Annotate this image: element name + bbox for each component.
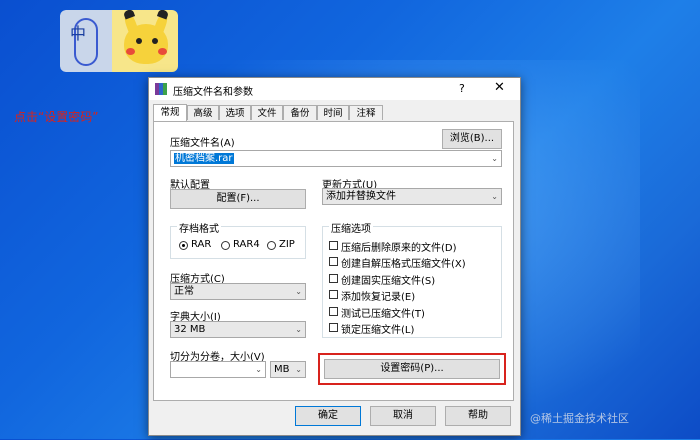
method-select[interactable]: 正常 ⌄ — [170, 283, 306, 300]
update-mode-select[interactable]: 添加并替换文件 ⌄ — [322, 188, 502, 205]
general-panel: 压缩文件名(A) 浏览(B)... 机密档案.rar ⌄ 默认配置 配置(F).… — [153, 121, 514, 401]
dialog-title: 压缩文件名和参数 — [173, 87, 253, 98]
radio-rar[interactable] — [179, 241, 188, 250]
option-checkbox[interactable] — [329, 241, 338, 250]
winrar-icon — [155, 83, 167, 95]
chevron-down-icon: ⌄ — [255, 365, 262, 374]
title-bar[interactable]: 压缩文件名和参数 ? ✕ — [149, 78, 520, 100]
method-value: 正常 — [174, 286, 194, 297]
format-zip-label: ZIP — [279, 239, 295, 250]
ime-char: 中 — [70, 24, 87, 43]
chevron-down-icon[interactable]: ⌄ — [491, 151, 498, 167]
config-button[interactable]: 配置(F)... — [170, 189, 306, 209]
options-group: 压缩选项 压缩后删除原来的文件(D) 创建自解压格式压缩文件(X) 创建固实压缩… — [322, 220, 502, 338]
option-label: 创建固实压缩文件(S) — [341, 276, 436, 287]
browse-button[interactable]: 浏览(B)... — [442, 129, 502, 149]
close-icon[interactable]: ✕ — [494, 80, 505, 95]
option-label: 压缩后删除原来的文件(D) — [341, 243, 457, 254]
option-checkbox[interactable] — [329, 290, 338, 299]
tab-files[interactable]: 文件 — [251, 105, 283, 120]
radio-rar4[interactable] — [221, 241, 230, 250]
dict-select[interactable]: 32 MB ⌄ — [170, 321, 306, 338]
format-group-title: 存档格式 — [177, 220, 221, 235]
desktop-widget[interactable]: 中 — [60, 10, 178, 72]
update-mode-value: 添加并替换文件 — [326, 191, 396, 202]
tab-backup[interactable]: 备份 — [283, 105, 317, 120]
chevron-down-icon: ⌄ — [295, 287, 302, 296]
chevron-down-icon: ⌄ — [491, 192, 498, 201]
archive-name-input[interactable]: 机密档案.rar ⌄ — [170, 150, 502, 167]
format-rar4-label: RAR4 — [233, 239, 260, 250]
watermark: @稀土掘金技术社区 — [530, 412, 629, 425]
split-size-input[interactable]: ⌄ — [170, 361, 266, 378]
option-label: 锁定压缩文件(L) — [341, 325, 415, 336]
option-checkbox[interactable] — [329, 323, 338, 332]
split-unit-select[interactable]: MB ⌄ — [270, 361, 306, 378]
option-checkbox[interactable] — [329, 274, 338, 283]
help-icon[interactable]: ? — [459, 82, 465, 95]
help-button[interactable]: 帮助 — [445, 406, 511, 426]
format-rar-label: RAR — [191, 239, 212, 250]
option-label: 添加恢复记录(E) — [341, 292, 416, 303]
tab-comment[interactable]: 注释 — [349, 105, 383, 120]
radio-zip[interactable] — [267, 241, 276, 250]
tab-general[interactable]: 常规 — [153, 104, 187, 121]
tab-advanced[interactable]: 高级 — [187, 105, 219, 120]
option-checkbox[interactable] — [329, 257, 338, 266]
chevron-down-icon: ⌄ — [295, 365, 302, 374]
format-group: 存档格式 RAR RAR4 ZIP — [170, 220, 306, 259]
chevron-down-icon: ⌄ — [295, 325, 302, 334]
option-label: 创建自解压格式压缩文件(X) — [341, 259, 466, 270]
annotation-text: 点击“设置密码” — [14, 110, 99, 124]
pikachu-image — [112, 10, 178, 72]
dict-value: 32 MB — [174, 324, 206, 335]
ok-button[interactable]: 确定 — [295, 406, 361, 426]
option-label: 测试已压缩文件(T) — [341, 309, 425, 320]
option-checkbox[interactable] — [329, 307, 338, 316]
tab-options[interactable]: 选项 — [219, 105, 251, 120]
tab-time[interactable]: 时间 — [317, 105, 349, 120]
highlight-box — [318, 353, 506, 385]
archive-name-value: 机密档案.rar — [174, 153, 234, 164]
archive-dialog: 压缩文件名和参数 ? ✕ 常规 高级 选项 文件 备份 时间 注释 压缩文件名(… — [148, 77, 521, 436]
ime-indicator[interactable]: 中 — [60, 10, 112, 72]
split-unit-value: MB — [274, 364, 290, 375]
options-group-title: 压缩选项 — [329, 220, 373, 235]
cancel-button[interactable]: 取消 — [370, 406, 436, 426]
archive-name-label: 压缩文件名(A) — [170, 138, 235, 149]
